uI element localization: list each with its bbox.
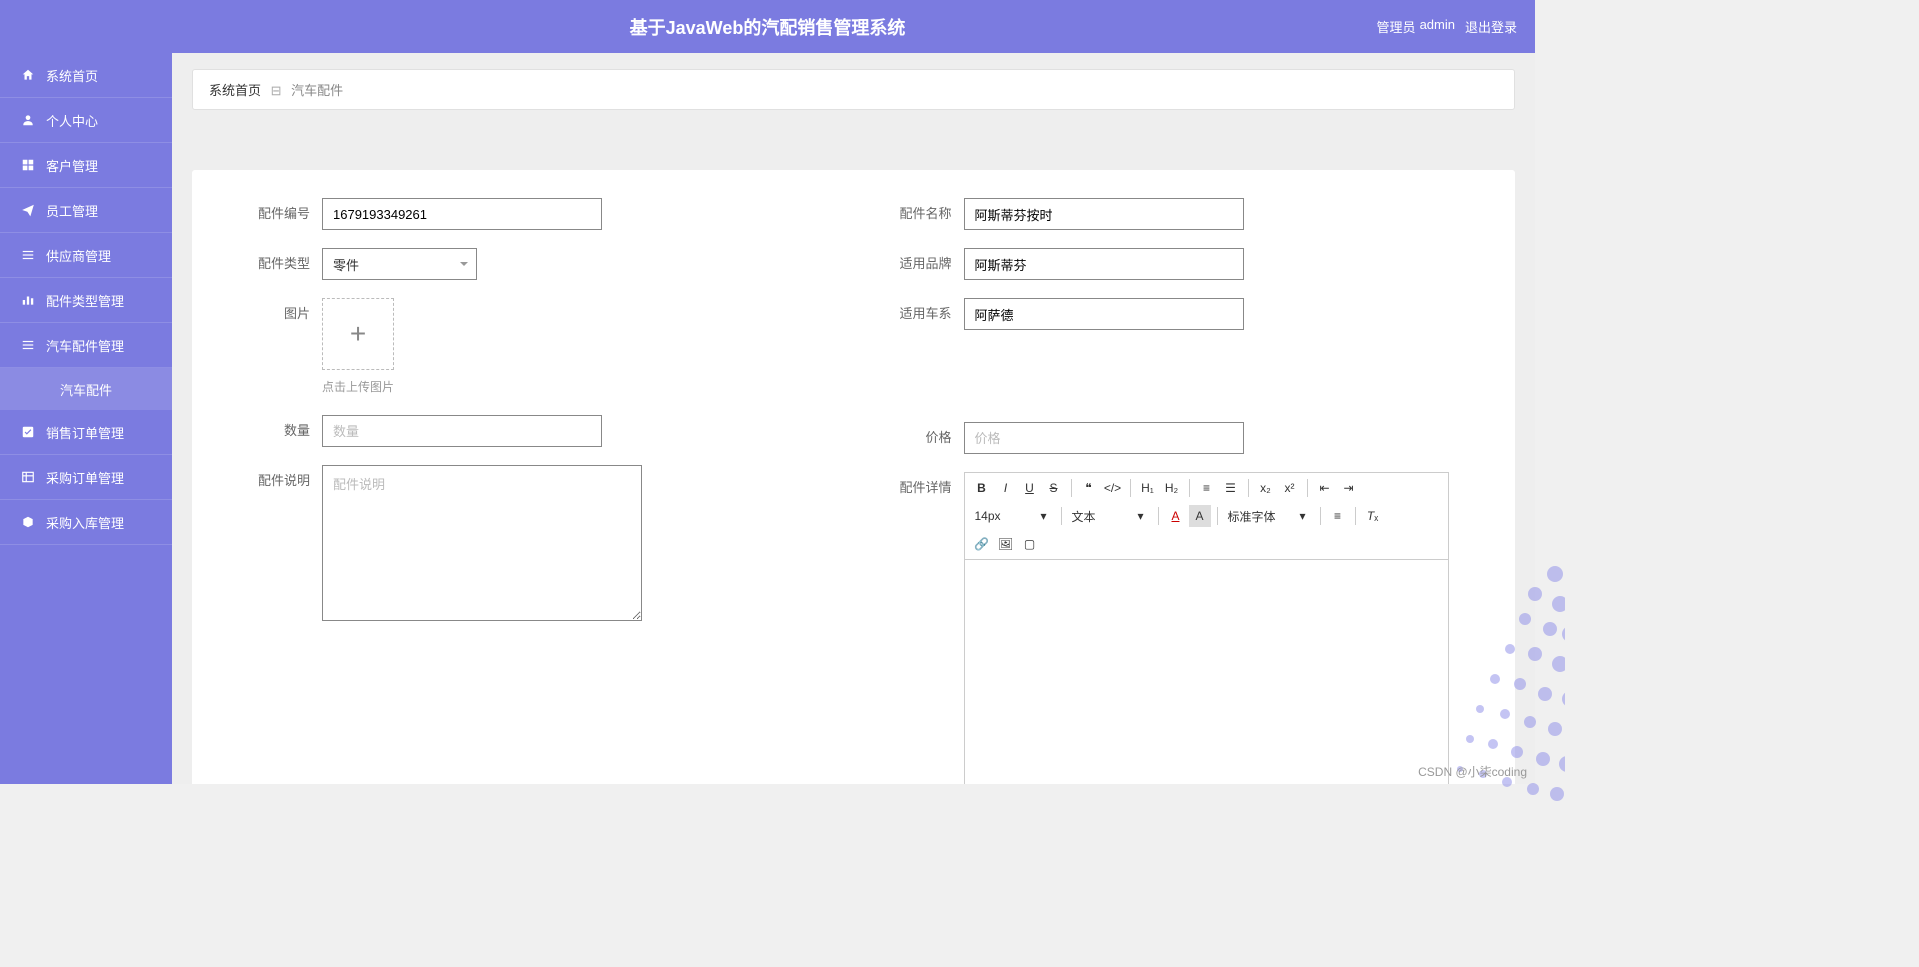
nav-label: 汽车配件管理 [46,336,124,355]
image-icon[interactable]: 🖼 [995,533,1017,555]
desc-label: 配件说明 [232,465,322,497]
nav-part-types[interactable]: 配件类型管理 [0,278,172,323]
send-icon [20,202,36,218]
nav-purchase-inbound[interactable]: 采购入库管理 [0,500,172,545]
style-select[interactable]: 文本 [1068,506,1128,527]
part-name-input[interactable] [964,198,1244,230]
nav-label: 供应商管理 [46,246,111,265]
form-panel: 配件编号 配件类型 零件 图片 + [192,170,1515,784]
nav-label: 员工管理 [46,201,98,220]
part-no-label: 配件编号 [232,198,322,230]
strike-icon[interactable]: S [1043,477,1065,499]
app-header: 基于JavaWeb的汽配销售管理系统 管理员 admin 退出登录 [0,0,1535,53]
nav-label: 采购入库管理 [46,513,124,532]
nav-label: 销售订单管理 [46,423,124,442]
price-label: 价格 [874,422,964,454]
watermark: CSDN @小柒coding [1418,763,1527,780]
list-icon [20,247,36,263]
user-role[interactable]: 管理员 [1377,17,1416,36]
brand-label: 适用品牌 [874,248,964,280]
nav-home[interactable]: 系统首页 [0,53,172,98]
chevron-down-icon: ▾ [1033,505,1055,527]
breadcrumb-sep: ⊟ [271,83,282,98]
italic-icon[interactable]: I [995,477,1017,499]
series-input[interactable] [964,298,1244,330]
editor-body[interactable] [965,560,1448,784]
indent-right-icon[interactable]: ⇥ [1338,477,1360,499]
breadcrumb-current: 汽车配件 [291,83,343,98]
sup-icon[interactable]: x² [1279,477,1301,499]
plus-icon: + [350,318,366,350]
bg-color-icon[interactable]: A [1189,505,1211,527]
part-name-label: 配件名称 [874,198,964,230]
nav-sub-label: 汽车配件 [60,380,112,399]
part-type-label: 配件类型 [232,248,322,280]
part-type-select[interactable]: 零件 [322,248,477,280]
username[interactable]: admin [1420,17,1455,36]
bars-icon [20,292,36,308]
code-icon[interactable]: </> [1102,477,1124,499]
nav-sub-parts[interactable]: 汽车配件 [0,368,172,410]
chevron-down-icon: ▾ [1292,505,1314,527]
video-icon[interactable]: ▢ [1019,533,1041,555]
nav-purchase-orders[interactable]: 采购订单管理 [0,455,172,500]
ul-icon[interactable]: ☰ [1220,477,1242,499]
header-user-area: 管理员 admin 退出登录 [1377,17,1517,36]
link-icon[interactable]: 🔗 [971,533,993,555]
indent-left-icon[interactable]: ⇤ [1314,477,1336,499]
image-label: 图片 [232,298,322,330]
clear-format-icon[interactable]: Tₓ [1362,505,1384,527]
chevron-down-icon: ▾ [1130,505,1152,527]
nav-parts[interactable]: 汽车配件管理 [0,323,172,368]
breadcrumb-home[interactable]: 系统首页 [209,83,261,98]
brand-input[interactable] [964,248,1244,280]
quote-icon[interactable]: ❝ [1078,477,1100,499]
align-icon[interactable]: ≡ [1327,505,1349,527]
nav-profile[interactable]: 个人中心 [0,98,172,143]
editor-toolbar: B I U S ❝ </> H₁ H₂ ≡ [965,473,1448,560]
bold-icon[interactable]: B [971,477,993,499]
box-icon [20,514,36,530]
series-label: 适用车系 [874,298,964,330]
qty-input[interactable] [322,415,602,447]
sidebar: 系统首页 个人中心 客户管理 员工管理 供应商管理 配件类型管理 汽车配件管理 … [0,53,172,784]
logout-link[interactable]: 退出登录 [1465,17,1517,36]
font-family-select[interactable]: 标准字体 [1224,506,1290,527]
ol-icon[interactable]: ≡ [1196,477,1218,499]
part-no-input[interactable] [322,198,602,230]
image-upload[interactable]: + [322,298,394,370]
nav-customers[interactable]: 客户管理 [0,143,172,188]
person-icon [20,112,36,128]
h1-icon[interactable]: H₁ [1137,477,1159,499]
table-icon [20,469,36,485]
font-color-icon[interactable]: A [1165,505,1187,527]
home-icon [20,67,36,83]
price-input[interactable] [964,422,1244,454]
grid-icon [20,157,36,173]
check-icon [20,424,36,440]
nav-label: 采购订单管理 [46,468,124,487]
sub-icon[interactable]: x₂ [1255,477,1277,499]
app-title: 基于JavaWeb的汽配销售管理系统 [630,14,906,40]
underline-icon[interactable]: U [1019,477,1041,499]
nav-sales-orders[interactable]: 销售订单管理 [0,410,172,455]
upload-hint: 点击上传图片 [322,378,394,395]
nav-label: 配件类型管理 [46,291,124,310]
rich-editor: B I U S ❝ </> H₁ H₂ ≡ [964,472,1449,784]
content-area: 系统首页 ⊟ 汽车配件 配件编号 配件类型 零件 [172,53,1535,784]
menu-icon [20,337,36,353]
h2-icon[interactable]: H₂ [1161,477,1183,499]
nav-suppliers[interactable]: 供应商管理 [0,233,172,278]
font-size-select[interactable]: 14px [971,507,1031,525]
nav-staff[interactable]: 员工管理 [0,188,172,233]
detail-label: 配件详情 [874,472,964,504]
desc-textarea[interactable] [322,465,642,621]
nav-label: 个人中心 [46,111,98,130]
qty-label: 数量 [232,415,322,447]
nav-label: 客户管理 [46,156,98,175]
nav-label: 系统首页 [46,66,98,85]
breadcrumb: 系统首页 ⊟ 汽车配件 [192,69,1515,110]
